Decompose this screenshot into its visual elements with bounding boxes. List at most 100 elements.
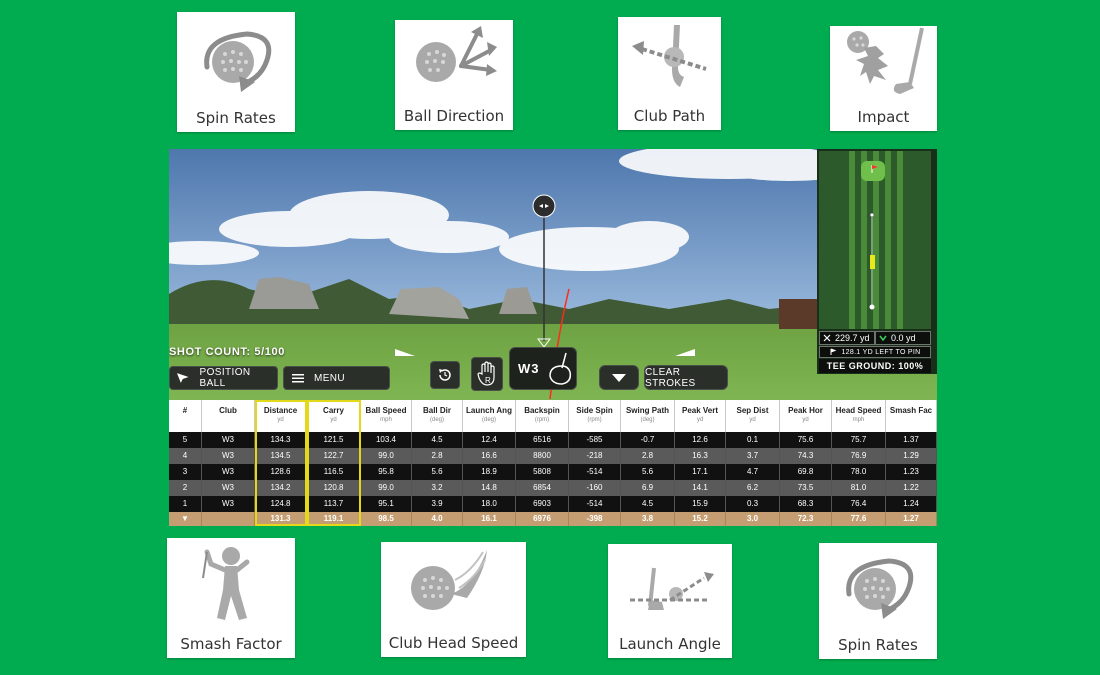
average-cell: 77.6 [832,512,886,526]
table-cell: -514 [569,464,621,480]
table-cell: 5.6 [412,464,463,480]
table-cell: 12.4 [463,432,516,448]
column-unit: (rpm) [587,417,602,423]
column-header[interactable]: Peak Hor yd [780,400,832,432]
column-title: Peak Hor [788,406,823,415]
column-header[interactable]: Ball Dir (deg) [412,400,463,432]
table-row[interactable]: 2 W3 134.2 120.8 99.0 3.2 14.8 6854 -160 6.9 14.1 6… [169,480,937,496]
table-cell: 6516 [516,432,569,448]
table-cell: 1.29 [886,448,937,464]
table-cell: 5 [169,432,202,448]
club-selector-button[interactable]: W3 [509,347,577,390]
table-cell: -514 [569,496,621,512]
table-row[interactable]: 3 W3 128.6 116.5 95.8 5.6 18.9 5808 -514 5.6 17.1 4… [169,464,937,480]
column-unit: (deg) [640,417,655,423]
ball-direction-card: Ball Direction [395,20,513,130]
table-cell: 3.9 [412,496,463,512]
shot-count-label: SHOT COUNT: [169,346,251,358]
hamburger-icon [292,374,304,383]
table-cell: 121.5 [307,432,361,448]
table-cell: 17.1 [675,464,726,480]
table-cell: 3.2 [412,480,463,496]
table-cell: 76.9 [832,448,886,464]
menu-button[interactable]: MENU [283,366,390,390]
triangle-down-icon [612,373,626,382]
club-head-speed-label: Club Head Speed [388,634,519,652]
tee-ground: TEE GROUND: 100% [819,359,931,373]
column-title: Sep Dist [736,406,769,415]
hand-label: R [485,376,492,385]
column-title: Peak Vert [681,406,719,415]
ball-direction-icon [395,20,513,100]
club-path-label: Club Path [633,107,706,125]
replay-button[interactable] [430,361,460,389]
table-row[interactable]: 1 W3 124.8 113.7 95.1 3.9 18.0 6903 -514 4.5 15.9 0… [169,496,937,512]
column-title: Ball Dir [422,406,451,415]
table-cell: 3 [169,464,202,480]
position-ball-button[interactable]: POSITION BALL [169,366,278,390]
column-header[interactable]: Sep Dist yd [726,400,780,432]
launch-angle-icon [608,544,732,628]
club-path-icon [618,17,721,100]
smash-factor-icon [167,538,295,628]
clear-strokes-button[interactable]: CLEAR STROKES [644,365,728,390]
table-cell: 122.7 [307,448,361,464]
average-toggle-icon[interactable]: ▼ [169,512,202,526]
average-cell: 16.1 [463,512,516,526]
checkmark-icon [879,335,887,342]
table-cell: 16.3 [675,448,726,464]
table-cell: 4.5 [621,496,675,512]
column-header[interactable]: Backspin (rpm) [516,400,569,432]
table-cell: 14.8 [463,480,516,496]
column-header[interactable]: Swing Path (deg) [621,400,675,432]
column-unit: mph [852,417,865,423]
table-cell: 81.0 [832,480,886,496]
dropdown-toggle-button[interactable] [599,365,639,390]
table-cell: 134.5 [255,448,307,464]
column-title: Side Spin [576,406,613,415]
handedness-button[interactable]: R [471,357,503,391]
column-header[interactable]: Distance yd [255,400,307,432]
average-cell: 3.0 [726,512,780,526]
column-header[interactable]: Carry yd [307,400,361,432]
average-row[interactable]: ▼ 131.3 119.1 98.5 4.0 16.1 6976 -398 3.8 15.2 3.0… [169,512,937,526]
table-cell: 95.8 [361,464,412,480]
column-unit: mph [380,417,392,423]
average-cell: 98.5 [361,512,412,526]
spin-rates-label: Spin Rates [838,636,918,654]
table-cell: 16.6 [463,448,516,464]
table-row[interactable]: 4 W3 134.5 122.7 99.0 2.8 16.6 8800 -218 2.8 16.3 3… [169,448,937,464]
column-title: Distance [263,406,298,415]
spin-rates-icon [819,543,937,629]
minimap-stats: 229.7 yd 0.0 yd [819,331,931,345]
table-cell: W3 [202,432,255,448]
left-to-pin: 128.1 YD LEFT TO PIN [841,348,921,356]
column-title: Launch Ang [466,406,512,415]
cursor-arrow-icon [176,373,189,383]
minimap-offline: 0.0 yd [891,333,916,343]
table-cell: 2 [169,480,202,496]
wood-club-icon [548,352,571,385]
column-header[interactable]: Head Speed mph [832,400,886,432]
column-header[interactable]: Smash Fac [886,400,937,432]
table-cell: 99.0 [361,480,412,496]
table-cell: 4.5 [412,432,463,448]
table-cell: 4 [169,448,202,464]
launch-angle-label: Launch Angle [619,635,721,653]
replay-icon [439,369,451,381]
table-cell: 1.23 [886,464,937,480]
column-header[interactable]: # [169,400,202,432]
table-row[interactable]: 5 W3 134.3 121.5 103.4 4.5 12.4 6516 -585 -0.7 12.… [169,432,937,448]
column-header[interactable]: Side Spin (rpm) [569,400,621,432]
column-header[interactable]: Ball Speed mph [361,400,412,432]
spin-rates-card-bottom: Spin Rates [819,543,937,659]
column-header[interactable]: Club [202,400,255,432]
column-header[interactable]: Launch Ang (deg) [463,400,516,432]
impact-label: Impact [857,108,910,126]
column-header[interactable]: Peak Vert yd [675,400,726,432]
table-cell: 18.0 [463,496,516,512]
average-cell [202,512,255,526]
average-cell: 4.0 [412,512,463,526]
hole-map [819,151,931,329]
column-title: Ball Speed [365,406,407,415]
